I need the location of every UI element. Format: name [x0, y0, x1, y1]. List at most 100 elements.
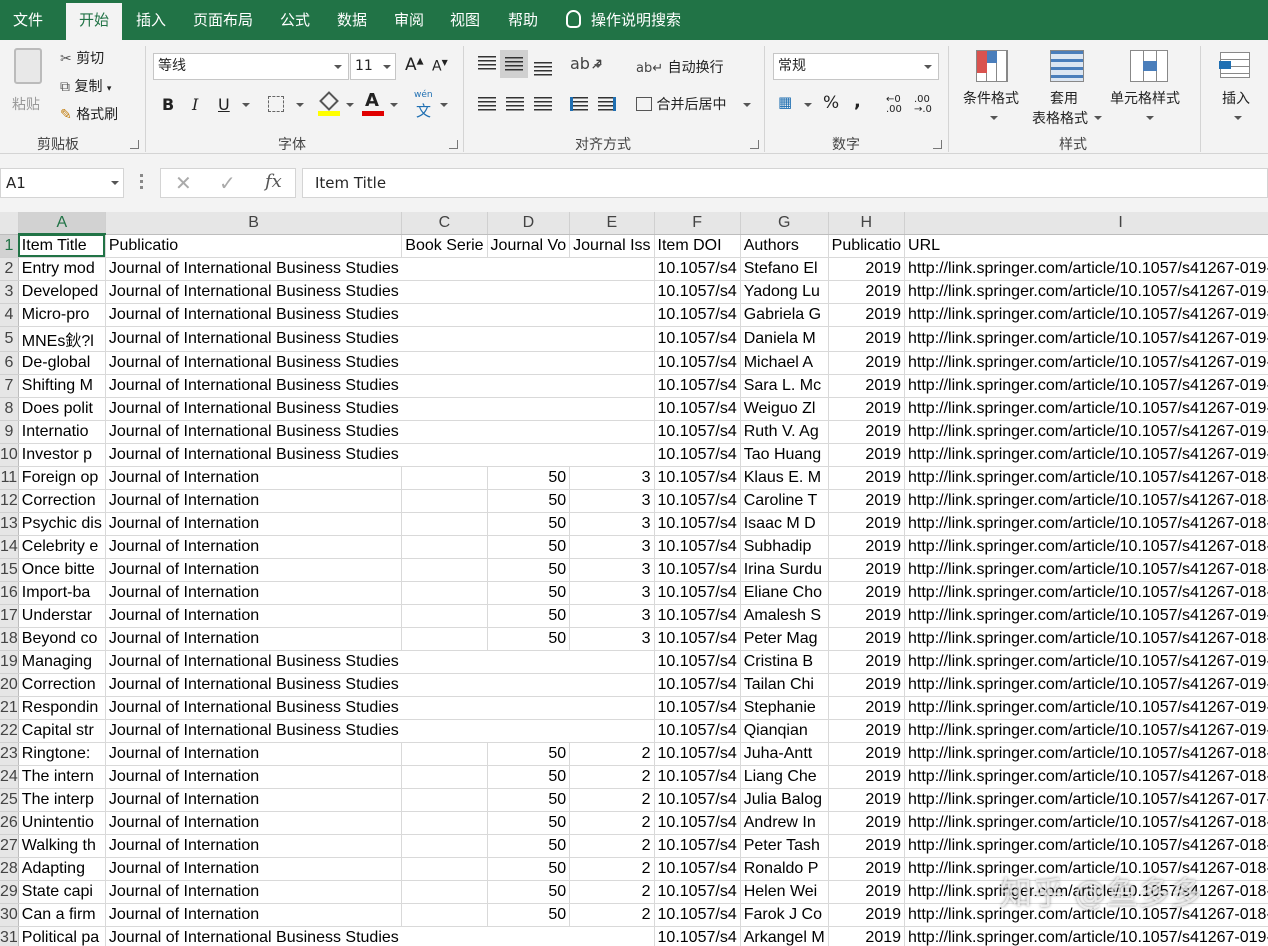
cell-h[interactable]: 2019 [828, 397, 906, 421]
cell-b[interactable]: Journal of Internation [105, 535, 403, 559]
tab-5[interactable]: 数据 [326, 0, 378, 40]
row-header[interactable]: 12 [0, 489, 19, 513]
cell-e[interactable] [569, 420, 655, 444]
cell-d[interactable]: 50 [487, 558, 571, 582]
cell-d[interactable]: 50 [487, 765, 571, 789]
cell-g[interactable]: Irina Surdu [740, 558, 829, 582]
tab-8[interactable]: 帮助 [496, 0, 550, 40]
fill-color-dropdown[interactable] [346, 103, 354, 107]
cell-f[interactable]: 10.1057/s4 [654, 719, 741, 743]
cell-e[interactable] [569, 673, 655, 697]
cell-f[interactable]: 10.1057/s4 [654, 466, 741, 490]
cell-g[interactable]: Caroline T [740, 489, 829, 513]
row-header[interactable]: 21 [0, 696, 19, 720]
cell-i[interactable]: http://link.springer.com/article/10.1057… [904, 489, 1268, 513]
cell-b[interactable]: Journal of Internation [105, 466, 403, 490]
cell-a[interactable]: The intern [18, 765, 106, 789]
cell-c[interactable] [401, 627, 488, 651]
cell-f[interactable]: 10.1057/s4 [654, 351, 741, 375]
cell-f[interactable]: 10.1057/s4 [654, 581, 741, 605]
cell-e[interactable] [569, 280, 655, 304]
cell-g[interactable]: Daniela M [740, 326, 829, 352]
cell-c[interactable] [401, 650, 488, 674]
cell-b[interactable]: Journal of Internation [105, 489, 403, 513]
cell-i[interactable]: http://link.springer.com/article/10.1057… [904, 351, 1268, 375]
cell-d[interactable]: 50 [487, 834, 571, 858]
cell-g[interactable]: Amalesh S [740, 604, 829, 628]
font-size-combo[interactable]: 11 [350, 53, 396, 80]
cell-c[interactable] [401, 326, 488, 352]
cell-h[interactable]: 2019 [828, 788, 906, 812]
cell-a[interactable]: Respondin [18, 696, 106, 720]
cell-i[interactable]: http://link.springer.com/article/10.1057… [904, 326, 1268, 352]
cell-e[interactable] [569, 443, 655, 467]
more-options-icon[interactable] [140, 174, 143, 190]
cell-b[interactable]: Journal of Internation [105, 512, 403, 536]
align-bottom-icon[interactable] [534, 62, 552, 76]
cut-button[interactable]: ✂ 剪切 [60, 48, 104, 68]
cell-h[interactable]: 2019 [828, 558, 906, 582]
row-header[interactable]: 14 [0, 535, 19, 559]
increase-decimal-icon[interactable]: ←0.00 [886, 95, 902, 115]
cell-f[interactable]: 10.1057/s4 [654, 857, 741, 881]
cell-h[interactable]: 2019 [828, 903, 906, 927]
cell-d[interactable] [487, 326, 570, 352]
cell-b[interactable]: Journal of Internation [105, 765, 403, 789]
cell-a[interactable]: Unintentio [18, 811, 106, 835]
increase-indent-icon[interactable] [598, 97, 616, 111]
column-header-I[interactable]: I [904, 212, 1268, 235]
row-header[interactable]: 30 [0, 903, 19, 927]
column-header-C[interactable]: C [401, 212, 488, 235]
copy-button[interactable]: ⧉ 复制 ▾ [60, 76, 111, 96]
paste-button[interactable]: 粘贴 [8, 46, 48, 126]
cell-a[interactable]: Investor p [18, 443, 106, 467]
phonetic-dropdown[interactable] [440, 103, 448, 107]
cell-f[interactable]: 10.1057/s4 [654, 834, 741, 858]
cell-a[interactable]: Developed [18, 280, 106, 304]
comma-button[interactable]: , [854, 91, 861, 112]
row-header[interactable]: 27 [0, 834, 19, 858]
cell-b[interactable]: Journal of International Business Studie… [105, 650, 402, 674]
cell-i[interactable]: http://link.springer.com/article/10.1057… [904, 443, 1268, 467]
cell-c[interactable] [401, 280, 488, 304]
cell-i[interactable]: http://link.springer.com/article/10.1057… [904, 604, 1268, 628]
cell-e[interactable]: 3 [569, 604, 655, 628]
cell-g[interactable]: Farok J Co [740, 903, 829, 927]
tab-4[interactable]: 公式 [270, 0, 320, 40]
cell-i[interactable]: http://link.springer.com/article/10.1057… [904, 650, 1268, 674]
cell-h[interactable]: 2019 [828, 604, 906, 628]
cell-b[interactable]: Journal of Internation [105, 558, 403, 582]
cell-c[interactable] [401, 880, 488, 904]
cell-e[interactable]: 3 [569, 489, 655, 513]
merge-center-button[interactable]: 合并后居中 [636, 94, 726, 114]
cell-e[interactable] [569, 696, 655, 720]
shrink-font-button[interactable]: A▼ [432, 58, 448, 75]
cell-h[interactable]: 2019 [828, 742, 906, 766]
row-header[interactable]: 10 [0, 443, 19, 467]
cell-h[interactable]: 2019 [828, 489, 906, 513]
cell-e[interactable] [569, 303, 655, 327]
enter-icon[interactable]: ✓ [219, 171, 236, 195]
merge-dropdown[interactable] [743, 103, 751, 107]
row-header[interactable]: 28 [0, 857, 19, 881]
cell-e[interactable]: 2 [569, 857, 655, 881]
cell-e[interactable]: 2 [569, 834, 655, 858]
cell-e[interactable]: 3 [569, 627, 655, 651]
cell-c[interactable] [401, 535, 488, 559]
cell-a[interactable]: Does polit [18, 397, 106, 421]
cell-a[interactable]: Managing [18, 650, 106, 674]
font-color-button[interactable]: A [362, 90, 386, 118]
row-header[interactable]: 15 [0, 558, 19, 582]
cell-d[interactable]: 50 [487, 604, 571, 628]
column-header-G[interactable]: G [740, 212, 829, 235]
cell-e[interactable]: 2 [569, 811, 655, 835]
cell-i[interactable]: http://link.springer.com/article/10.1057… [904, 811, 1268, 835]
cell-i[interactable]: http://link.springer.com/article/10.1057… [904, 558, 1268, 582]
row-header[interactable]: 3 [0, 280, 19, 304]
row-header[interactable]: 4 [0, 303, 19, 327]
column-header-H[interactable]: H [828, 212, 906, 235]
cell-a[interactable]: Internatio [18, 420, 106, 444]
cell-d[interactable] [487, 374, 570, 398]
font-name-combo[interactable]: 等线 [153, 53, 349, 80]
cell-c[interactable] [401, 857, 488, 881]
